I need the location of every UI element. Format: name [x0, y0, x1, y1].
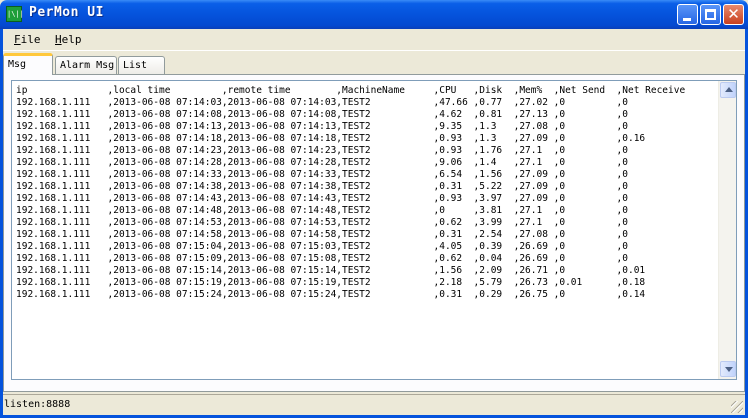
log-line: 192.168.1.111 ,2013-06-08 07:15:09,2013-… — [16, 253, 628, 264]
log-line: 192.168.1.111 ,2013-06-08 07:15:04,2013-… — [16, 241, 628, 252]
scroll-up-button[interactable] — [720, 82, 736, 98]
tab-page-msg: ip ,local time ,remote time ,MachineName… — [3, 74, 745, 392]
status-bar: listen:8888 — [3, 394, 745, 415]
log-line: 192.168.1.111 ,2013-06-08 07:15:19,2013-… — [16, 277, 646, 288]
minimize-button[interactable] — [677, 4, 698, 25]
log-line: 192.168.1.111 ,2013-06-08 07:14:23,2013-… — [16, 145, 628, 156]
log-line: 192.168.1.111 ,2013-06-08 07:14:58,2013-… — [16, 229, 628, 240]
menu-bar: File Help — [3, 29, 745, 51]
menu-help-label: elp — [61, 33, 82, 46]
message-log-content: ip ,local time ,remote time ,MachineName… — [16, 85, 716, 377]
close-icon: ✕ — [727, 5, 740, 23]
app-icon[interactable]: |\|| — [6, 6, 24, 22]
title-bar[interactable]: |\|| PerMon UI ✕ — [0, 0, 748, 29]
window-title: PerMon UI — [29, 5, 104, 20]
log-line: 192.168.1.111 ,2013-06-08 07:14:53,2013-… — [16, 217, 628, 228]
menu-help-accelerator: H — [55, 33, 62, 46]
message-log-textbox[interactable]: ip ,local time ,remote time ,MachineName… — [11, 80, 737, 380]
chevron-up-icon — [725, 87, 733, 92]
log-line: 192.168.1.111 ,2013-06-08 07:14:03,2013-… — [16, 97, 628, 108]
close-button[interactable]: ✕ — [723, 4, 744, 25]
tab-strip: Msg Alarm Msg List — [3, 53, 745, 75]
log-line: 192.168.1.111 ,2013-06-08 07:14:38,2013-… — [16, 181, 628, 192]
log-line: 192.168.1.111 ,2013-06-08 07:15:14,2013-… — [16, 265, 646, 276]
tab-msg[interactable]: Msg — [3, 53, 53, 75]
tab-list[interactable]: List — [118, 56, 165, 75]
tab-alarm-msg[interactable]: Alarm Msg — [55, 56, 117, 75]
maximize-icon — [705, 9, 716, 20]
log-line: 192.168.1.111 ,2013-06-08 07:14:08,2013-… — [16, 109, 628, 120]
scroll-down-button[interactable] — [720, 361, 736, 377]
status-text: listen:8888 — [4, 399, 71, 410]
log-line: 192.168.1.111 ,2013-06-08 07:15:24,2013-… — [16, 289, 646, 300]
chevron-down-icon — [725, 367, 733, 372]
maximize-button[interactable] — [700, 4, 721, 25]
menu-file-accelerator: F — [14, 33, 21, 46]
resize-grip[interactable] — [731, 401, 743, 413]
log-line: 192.168.1.111 ,2013-06-08 07:14:18,2013-… — [16, 133, 646, 144]
menu-file-label: ile — [20, 33, 41, 46]
menu-file[interactable]: File — [14, 33, 41, 46]
log-header-line: ip ,local time ,remote time ,MachineName… — [16, 85, 686, 96]
vertical-scrollbar[interactable] — [718, 81, 736, 379]
log-line: 192.168.1.111 ,2013-06-08 07:14:48,2013-… — [16, 205, 628, 216]
log-line: 192.168.1.111 ,2013-06-08 07:14:43,2013-… — [16, 193, 628, 204]
minimize-icon — [683, 18, 691, 21]
log-line: 192.168.1.111 ,2013-06-08 07:14:28,2013-… — [16, 157, 628, 168]
log-line: 192.168.1.111 ,2013-06-08 07:14:13,2013-… — [16, 121, 628, 132]
log-line: 192.168.1.111 ,2013-06-08 07:14:33,2013-… — [16, 169, 628, 180]
menu-help[interactable]: Help — [55, 33, 82, 46]
